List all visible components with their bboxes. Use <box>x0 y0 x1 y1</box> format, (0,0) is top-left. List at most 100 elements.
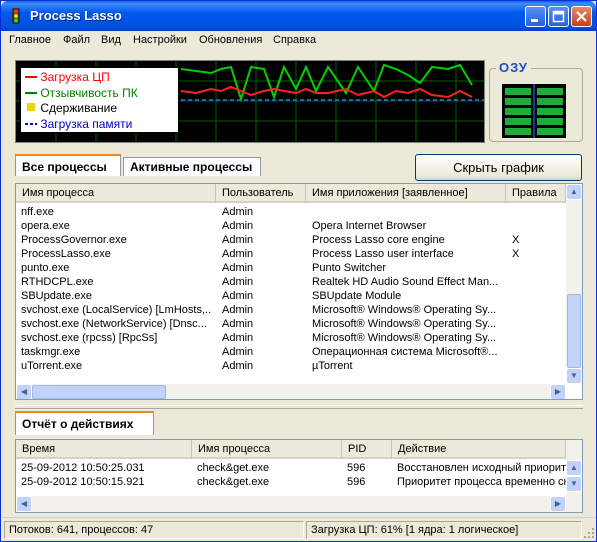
close-button[interactable] <box>571 6 592 27</box>
cell-pid: 596 <box>347 462 366 474</box>
action-scroll-down-button[interactable]: ▼ <box>566 476 582 492</box>
action-scroll-up-button[interactable]: ▲ <box>566 460 582 476</box>
cell-app-name: Операционная система Microsoft®... <box>312 346 498 358</box>
cell-user: Admin <box>222 248 254 260</box>
col-pid[interactable]: PID <box>342 440 392 459</box>
cell-user: Admin <box>222 346 254 358</box>
action-hscrollbar[interactable]: ◀ ▶ <box>16 496 566 512</box>
cell-app-name: SBUpdate Module <box>312 290 402 302</box>
cell-user: Admin <box>222 262 254 274</box>
status-cpu: Загрузка ЦП: 61% [1 ядра: 1 логическое] <box>306 521 582 539</box>
cell-rules: X <box>512 234 520 246</box>
cell-user: Admin <box>222 360 254 372</box>
table-row[interactable]: svchost.exe (rpcss) [RpcSs] Admin Microsof… <box>16 331 566 345</box>
table-row[interactable]: punto.exe Admin Punto Switcher <box>16 261 566 275</box>
cell-user: Admin <box>222 220 254 232</box>
cell-process-name: punto.exe <box>21 262 70 274</box>
maximize-icon <box>552 10 565 23</box>
table-row[interactable]: uTorrent.exe Admin µTorrent <box>16 359 566 373</box>
col-process-name[interactable]: Имя процесса <box>16 184 216 203</box>
cell-action: Приоритет процесса временно сни <box>397 476 566 488</box>
app-window: Process Lasso Главное Файл Вид Настройки… <box>0 0 597 542</box>
hide-graph-button[interactable]: Скрыть график <box>415 154 582 181</box>
hscroll-thumb[interactable] <box>32 385 166 399</box>
memory-label: ОЗУ <box>496 60 531 75</box>
cell-app-name: Microsoft® Windows® Operating Sy... <box>312 318 497 330</box>
cell-process-name: svchost.exe (rpcss) [RpcSs] <box>21 332 158 344</box>
cell-user: Admin <box>222 276 254 288</box>
scroll-left-button[interactable]: ◀ <box>16 384 32 399</box>
cell-rules: X <box>512 248 520 260</box>
col-time[interactable]: Время <box>16 440 192 459</box>
col-rules[interactable]: Правила <box>506 184 566 203</box>
window-title: Process Lasso <box>30 8 122 23</box>
memory-meter <box>502 84 566 138</box>
status-bar: Потоков: 641, процессов: 47 Загрузка ЦП:… <box>2 517 596 541</box>
table-row[interactable]: ProcessGovernor.exe Admin Process Lasso co… <box>16 233 566 247</box>
scroll-up-button[interactable]: ▲ <box>566 184 582 200</box>
minimize-button[interactable] <box>525 6 546 27</box>
col-action-process[interactable]: Имя процесса <box>192 440 342 459</box>
table-row[interactable]: RTHDCPL.exe Admin Realtek HD Audio Sound E… <box>16 275 566 289</box>
graph-legend: Загрузка ЦП Отзывчивость ПК Сдерживание … <box>20 67 179 133</box>
cell-user: Admin <box>222 318 254 330</box>
cell-process-name: nff.exe <box>21 206 54 218</box>
yellow-square-icon <box>27 103 35 111</box>
close-icon <box>576 11 587 22</box>
legend-memory: Загрузка памяти <box>25 117 174 133</box>
col-app-name[interactable]: Имя приложения [заявленное] <box>306 184 506 203</box>
table-row[interactable]: svchost.exe (NetworkService) [Dnsc... Adm… <box>16 317 566 331</box>
col-user[interactable]: Пользователь <box>216 184 306 203</box>
list-item[interactable]: 25-09-2012 10:50:25.031 check&get.exe 596 В… <box>16 461 566 475</box>
scroll-thumb[interactable] <box>567 294 581 368</box>
table-row[interactable]: taskmgr.exe Admin Операционная система Mic… <box>16 345 566 359</box>
menu-main[interactable]: Главное <box>9 34 51 46</box>
menu-help[interactable]: Справка <box>273 34 316 46</box>
tab-active-processes[interactable]: Активные процессы <box>123 157 261 176</box>
table-row[interactable]: opera.exe Admin Opera Internet Browser <box>16 219 566 233</box>
title-bar[interactable]: Process Lasso <box>1 1 596 31</box>
cell-user: Admin <box>222 304 254 316</box>
table-row[interactable]: ProcessLasso.exe Admin Process Lasso user … <box>16 247 566 261</box>
table-row[interactable]: svchost.exe (LocalService) [LmHosts,... A… <box>16 303 566 317</box>
table-row[interactable]: SBUpdate.exe Admin SBUpdate Module <box>16 289 566 303</box>
memory-meter-bars <box>505 84 563 138</box>
status-threads: Потоков: 641, процессов: 47 <box>4 521 304 539</box>
pane-splitter[interactable] <box>15 405 583 409</box>
list-item[interactable]: 25-09-2012 10:50:15.921 check&get.exe 596 П… <box>16 475 566 489</box>
cell-action-process: check&get.exe <box>197 462 270 474</box>
cell-process-name: opera.exe <box>21 220 70 232</box>
action-scroll-right-button[interactable]: ▶ <box>550 496 566 512</box>
process-hscrollbar[interactable]: ◀ ▶ <box>16 384 566 399</box>
scroll-right-button[interactable]: ▶ <box>550 384 566 399</box>
minimize-icon <box>531 19 538 22</box>
cell-process-name: uTorrent.exe <box>21 360 83 372</box>
cell-app-name: Microsoft® Windows® Operating Sy... <box>312 332 497 344</box>
legend-responsiveness: Отзывчивость ПК <box>25 86 174 102</box>
cell-process-name: svchost.exe (NetworkService) [Dnsc... <box>21 318 207 330</box>
scroll-down-button[interactable]: ▼ <box>566 368 582 384</box>
menu-updates[interactable]: Обновления <box>199 34 262 46</box>
action-scroll-left-button[interactable]: ◀ <box>16 496 32 512</box>
legend-restraint-label: Сдерживание <box>40 101 118 115</box>
cell-process-name: ProcessLasso.exe <box>21 248 111 260</box>
menu-file[interactable]: Файл <box>63 34 90 46</box>
cell-time: 25-09-2012 10:50:25.031 <box>21 462 145 474</box>
legend-responsiveness-label: Отзывчивость ПК <box>40 85 138 100</box>
cell-process-name: SBUpdate.exe <box>21 290 92 302</box>
col-action[interactable]: Действие <box>392 440 566 459</box>
menu-view[interactable]: Вид <box>101 34 121 46</box>
green-line-icon <box>25 91 37 94</box>
cell-process-name: taskmgr.exe <box>21 346 81 358</box>
resize-grip-icon[interactable] <box>583 527 595 539</box>
tab-all-processes[interactable]: Все процессы <box>15 154 121 176</box>
action-vscrollbar[interactable]: ▲ ▼ <box>566 440 582 512</box>
cell-pid: 596 <box>347 476 366 488</box>
tab-action-log[interactable]: Отчёт о действиях <box>15 411 154 435</box>
cell-app-name: Process Lasso core engine <box>312 234 445 246</box>
process-vscrollbar[interactable]: ▲ ▼ <box>566 184 582 384</box>
cell-app-name: Punto Switcher <box>312 262 386 274</box>
maximize-button[interactable] <box>548 6 569 27</box>
table-row[interactable]: nff.exe Admin <box>16 205 566 219</box>
menu-settings[interactable]: Настройки <box>133 34 187 46</box>
